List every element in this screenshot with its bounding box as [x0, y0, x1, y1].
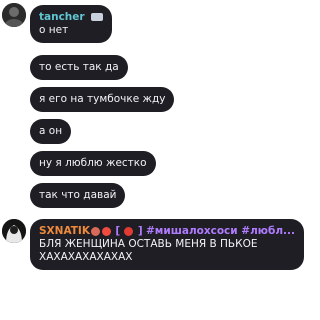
message-text: я его на тумбочке жду: [39, 93, 166, 105]
user-avatar-icon[interactable]: [2, 3, 26, 27]
sushi-emoji-icon: [90, 226, 100, 236]
message-bubble[interactable]: ну я люблю жестко: [30, 151, 156, 176]
message-bubble[interactable]: то есть так да: [30, 55, 128, 80]
message-author[interactable]: tancher: [39, 11, 85, 23]
user-tag: #мишалохсоси #любл...: [145, 225, 295, 237]
user-avatar-icon[interactable]: [2, 219, 26, 243]
message-text-line1: БЛЯ ЖЕНЩИНА ОСТАВЬ МЕНЯ В ПЬКОЕ: [39, 238, 258, 250]
message-text: ну я люблю жестко: [39, 157, 147, 169]
bracket-close: ]: [137, 225, 143, 237]
badge-icon: [90, 13, 103, 21]
message-bubble[interactable]: а он: [30, 119, 72, 144]
message-bubble[interactable]: я его на тумбочке жду: [30, 87, 175, 112]
message-text-line2: ХАХАХАХАХАХАХ: [39, 251, 133, 263]
chat-view: tancher о нет то есть так да я его на ту…: [0, 0, 304, 320]
message-text: то есть так да: [39, 61, 119, 73]
bracket-open: [: [115, 225, 121, 237]
message-bubble[interactable]: SXNATIK [ ] #мишалохсоси #любл... БЛЯ ЖЕ…: [30, 219, 304, 270]
message-bubble[interactable]: так что давай: [30, 183, 126, 208]
fire-emoji-icon: [101, 226, 111, 236]
message-bubble[interactable]: tancher о нет: [30, 5, 112, 43]
tomato-emoji-icon: [124, 226, 134, 236]
message-text: о нет: [39, 24, 69, 36]
message-text: а он: [39, 125, 63, 137]
message-text: так что давай: [39, 189, 117, 201]
message-author[interactable]: SXNATIK: [39, 225, 90, 237]
